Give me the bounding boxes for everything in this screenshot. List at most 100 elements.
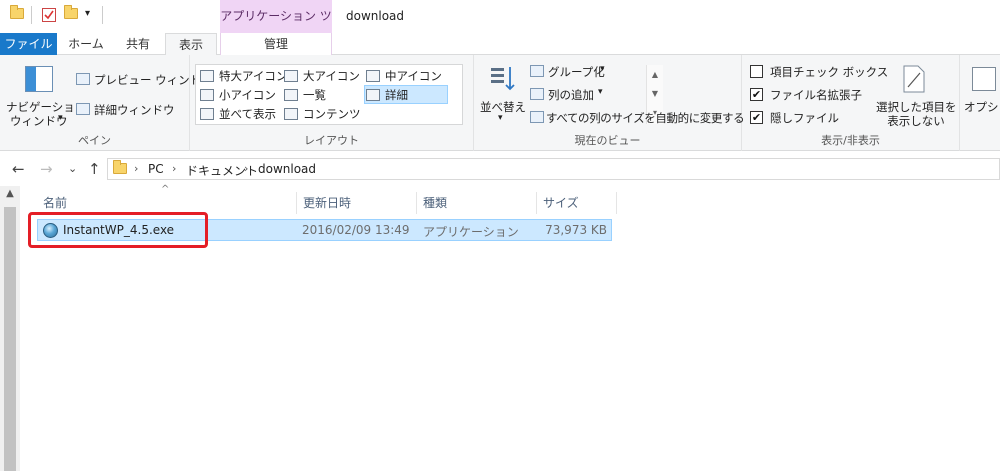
file-extensions-checkbox[interactable]: ✔ — [750, 88, 763, 101]
divider — [102, 6, 103, 24]
pane-group-label: ペイン — [78, 134, 111, 147]
layout-item-label: 大アイコン — [303, 69, 360, 83]
tab-file[interactable]: ファイル — [0, 33, 57, 55]
breadcrumb-download[interactable]: download — [258, 162, 316, 176]
tab-home[interactable]: ホーム — [60, 33, 112, 55]
file-extensions-label: ファイル名拡張子 — [770, 88, 862, 102]
add-column-button[interactable]: 列の追加 ▾ — [530, 86, 620, 104]
large-icons-icon — [284, 70, 298, 82]
navigation-pane-scrollbar[interactable]: ▲ — [0, 186, 20, 471]
layout-large-icons[interactable]: 大アイコン — [284, 68, 360, 84]
column-header-size[interactable]: サイズ — [537, 192, 617, 214]
pane-group: ナビゲーション ウィンドウ ▾ プレビュー ウィンドウ 詳細ウィンドウ ペイン — [0, 55, 213, 151]
options-label: オプショ — [964, 100, 1000, 114]
breadcrumb-separator[interactable]: › — [244, 162, 248, 175]
layout-tiles[interactable]: 並べて表示 — [200, 106, 276, 122]
breadcrumb-pc[interactable]: PC — [148, 162, 164, 176]
medium-icons-icon — [366, 70, 380, 82]
chevron-down-icon: ▾ — [498, 113, 503, 123]
fit-columns-button[interactable]: すべての列のサイズを自動的に変更する — [530, 109, 745, 127]
file-extensions-toggle[interactable]: ✔ ファイル名拡張子 — [750, 86, 875, 104]
add-column-label: 列の追加 — [548, 88, 594, 102]
layout-item-label: 一覧 — [303, 88, 326, 102]
details-pane-label: 詳細ウィンドウ — [94, 103, 175, 117]
file-size: 73,973 KB — [545, 223, 607, 237]
sort-icon — [490, 65, 516, 91]
item-checkboxes-label: 項目チェック ボックス — [770, 65, 889, 79]
item-checkboxes-toggle[interactable]: 項目チェック ボックス — [750, 63, 888, 81]
scroll-up-icon[interactable]: ▲ — [0, 188, 20, 199]
extra-large-icons-icon — [200, 70, 214, 82]
chevron-down-icon: ▾ — [58, 113, 63, 123]
divider — [31, 6, 32, 24]
layout-extra-large-icons[interactable]: 特大アイコン — [200, 68, 287, 84]
properties-icon[interactable] — [42, 8, 56, 22]
preview-pane-icon — [76, 73, 90, 85]
column-header-modified[interactable]: 更新日時 — [297, 192, 417, 214]
layout-gallery: 特大アイコン 大アイコン 中アイコン 小アイコン 一覧 詳細 並べて表示 コンテ… — [195, 64, 663, 125]
hidden-items-toggle[interactable]: ✔ 隠しファイル — [750, 109, 875, 127]
layout-item-label: 中アイコン — [385, 69, 442, 83]
layout-group-label: レイアウト — [304, 134, 359, 147]
column-header-type[interactable]: 種類 — [417, 192, 537, 214]
hide-selected-button[interactable]: 選択した項目を 表示しない — [876, 61, 957, 131]
item-checkboxes-checkbox[interactable] — [750, 65, 763, 78]
group-by-button[interactable]: グループ化 ▾ — [530, 63, 620, 81]
list-icon — [284, 89, 298, 101]
current-view-group-label: 現在のビュー — [574, 134, 641, 147]
small-icons-icon — [200, 89, 214, 101]
tab-view[interactable]: 表示 — [165, 33, 217, 56]
layout-item-label: コンテンツ — [303, 107, 361, 121]
options-button[interactable]: オプショ — [962, 61, 1000, 131]
column-header-name[interactable]: 名前 — [37, 192, 297, 214]
layout-list[interactable]: 一覧 — [284, 87, 326, 103]
ribbon: ナビゲーション ウィンドウ ▾ プレビュー ウィンドウ 詳細ウィンドウ ペイン … — [0, 55, 1000, 151]
navigation-pane-button[interactable]: ナビゲーション ウィンドウ ▾ — [4, 61, 86, 131]
group-by-label: グループ化 — [548, 65, 605, 79]
layout-item-label: 詳細 — [385, 88, 408, 102]
layout-small-icons[interactable]: 小アイコン — [200, 87, 276, 103]
sort-by-button[interactable]: 並べ替え ▾ — [478, 61, 528, 131]
hide-selected-label-2: 表示しない — [887, 114, 945, 128]
show-hide-group: 項目チェック ボックス ✔ ファイル名拡張子 ✔ 隠しファイル 選択した項目を … — [742, 55, 960, 151]
details-icon — [366, 89, 380, 101]
details-pane-button[interactable]: 詳細ウィンドウ — [76, 101, 186, 119]
window-title: download — [346, 9, 405, 23]
layout-item-label: 特大アイコン — [219, 69, 288, 83]
hidden-items-label: 隠しファイル — [770, 111, 839, 125]
tab-share[interactable]: 共有 — [112, 33, 164, 55]
address-bar[interactable]: › PC › ドキュメント › download — [107, 158, 1000, 180]
back-icon[interactable]: ← — [12, 160, 25, 178]
details-pane-icon — [76, 103, 90, 115]
current-view-group: 並べ替え ▾ グループ化 ▾ 列の追加 ▾ すべての列のサイズを自動的に変更する… — [474, 55, 745, 151]
file-type: アプリケーション — [423, 225, 519, 239]
chevron-down-icon: ▾ — [600, 64, 605, 74]
recent-locations-icon[interactable]: ⌄ — [68, 162, 77, 175]
scrollbar-thumb[interactable] — [4, 207, 16, 471]
preview-pane-button[interactable]: プレビュー ウィンドウ — [76, 71, 213, 89]
forward-icon[interactable]: → — [40, 160, 53, 178]
context-tab-group-title: アプリケーション ツール — [220, 0, 332, 56]
hidden-items-checkbox[interactable]: ✔ — [750, 111, 763, 124]
navigation-pane-icon — [25, 66, 53, 92]
layout-details[interactable]: 詳細 — [364, 85, 448, 104]
customize-toolbar-icon[interactable]: ▾ — [85, 8, 99, 22]
group-by-icon — [530, 65, 544, 77]
breadcrumb-separator[interactable]: › — [172, 162, 176, 175]
tab-manage[interactable]: 管理 — [220, 33, 332, 55]
breadcrumb-separator[interactable]: › — [134, 162, 138, 175]
folder-icon — [113, 160, 127, 174]
file-modified: 2016/02/09 13:49 — [302, 223, 410, 237]
layout-content[interactable]: コンテンツ — [284, 106, 361, 122]
up-icon[interactable]: ↑ — [88, 160, 101, 178]
layout-medium-icons[interactable]: 中アイコン — [366, 68, 442, 84]
layout-item-label: 小アイコン — [219, 88, 276, 102]
new-folder-icon[interactable] — [64, 5, 78, 22]
chevron-down-icon: ▾ — [598, 87, 603, 97]
fit-columns-icon — [530, 111, 544, 123]
content-icon — [284, 108, 298, 120]
ribbon-tabs: ファイル ホーム 共有 表示 管理 — [0, 33, 1000, 56]
title-bar: ▾ アプリケーション ツール download — [0, 0, 1000, 56]
options-icon — [972, 67, 996, 91]
folder-icon — [10, 5, 24, 22]
